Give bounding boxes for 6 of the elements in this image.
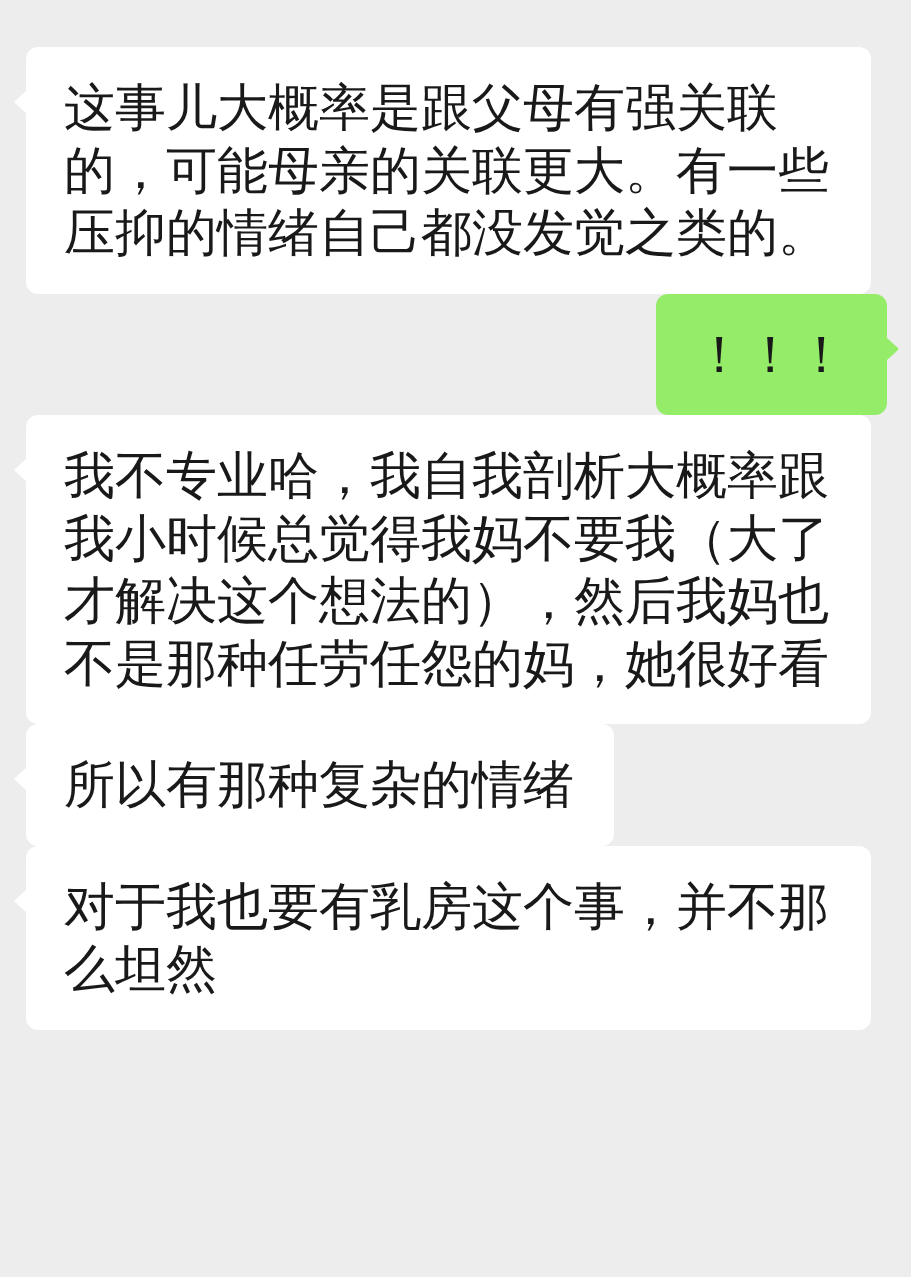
- bubble-tail: [887, 337, 899, 360]
- message-bubble: 所以有那种复杂的情绪: [26, 724, 614, 846]
- message-bubble: 这事儿大概率是跟父母有强关联的，可能母亲的关联更大。有一些压抑的情绪自己都没发觉之类的。: [26, 47, 871, 294]
- message-bubble: 对于我也要有乳房这个事，并不那么坦然: [26, 845, 871, 1030]
- message-bubble: 我不专业哈，我自我剖析大概率跟我小时候总觉得我妈不要我（大了才解决这个想法的），然后我妈也不是那种任劳任怨的妈，她很好看: [26, 415, 871, 724]
- message-bubble: ！！！: [656, 293, 887, 415]
